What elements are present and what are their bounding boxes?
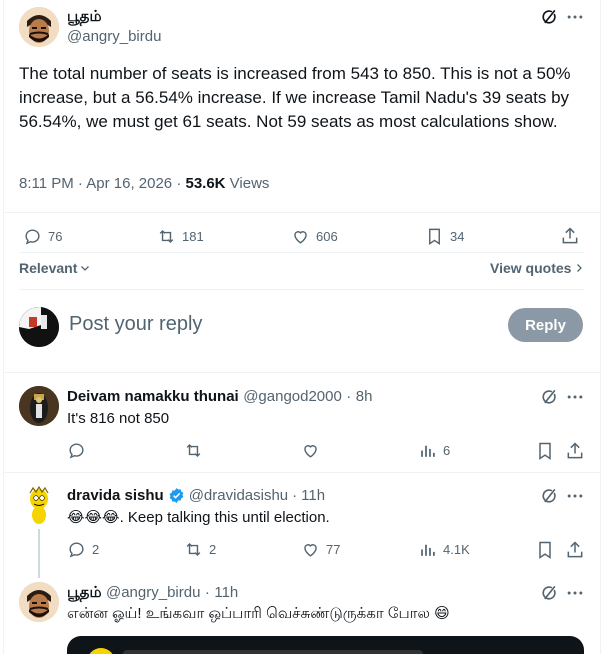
bookmark-icon[interactable] xyxy=(534,440,556,462)
divider xyxy=(19,289,584,290)
author-name[interactable]: பூதம் xyxy=(67,8,102,27)
reply-action[interactable]: 2 xyxy=(67,540,99,559)
view-quotes-link[interactable]: View quotes xyxy=(490,260,585,276)
retweet-count: 181 xyxy=(182,229,204,244)
reply-header: பூதம் @angry_birdu · 11h xyxy=(67,584,238,603)
retweet-action[interactable]: 2 xyxy=(184,540,216,559)
like-action[interactable]: 606 xyxy=(291,227,338,246)
grok-icon[interactable] xyxy=(538,582,560,604)
reply-author-name[interactable]: Deivam namakku thunai xyxy=(67,388,239,405)
divider xyxy=(19,252,584,253)
tweet-metadata: 8:11 PM · Apr 16, 2026 · 53.6K Views xyxy=(19,175,269,192)
sort-replies-dropdown[interactable]: Relevant xyxy=(19,260,91,276)
reply-time[interactable]: 8h xyxy=(356,388,373,405)
like-action[interactable]: 77 xyxy=(301,540,340,559)
separator-dot: · xyxy=(292,487,298,504)
views-chart-icon xyxy=(421,445,435,457)
more-options-icon[interactable] xyxy=(564,582,586,604)
reply-author-name[interactable]: பூதம் xyxy=(67,584,102,601)
tweet-text: The total number of seats is increased f… xyxy=(19,64,571,131)
views-label: Views xyxy=(225,175,270,192)
heart-icon xyxy=(294,231,307,244)
separator-dot: · xyxy=(204,584,210,601)
views-count: 4.1K xyxy=(443,542,470,557)
sort-label: Relevant xyxy=(19,260,78,276)
reply-author-handle[interactable]: @dravidasishu xyxy=(189,487,288,504)
views-count: 6 xyxy=(443,443,451,458)
more-options-icon[interactable] xyxy=(564,6,586,28)
quoted-avatar xyxy=(87,648,115,654)
reply-count: 2 xyxy=(92,542,100,557)
current-user-avatar[interactable] xyxy=(19,307,59,347)
reply-icon xyxy=(69,443,84,459)
chevron-down-icon xyxy=(81,266,90,271)
retweet-action[interactable]: 181 xyxy=(157,227,204,246)
reply-author-handle[interactable]: @gangod2000 xyxy=(243,388,342,405)
reply-avatar[interactable] xyxy=(19,485,59,525)
reply-text: என்ன ஓய்! உங்கவா ஒப்பாரி வெச்சுண்டுருக்க… xyxy=(67,605,450,622)
retweet-icon xyxy=(159,229,174,244)
grok-icon[interactable] xyxy=(538,485,560,507)
retweet-icon xyxy=(186,443,201,458)
heart-icon xyxy=(304,445,317,458)
chevron-right-icon xyxy=(577,264,583,272)
bookmark-count: 34 xyxy=(450,229,465,244)
views-chart-icon xyxy=(421,544,435,556)
separator-dot: · xyxy=(346,388,352,405)
reply-text: It's 816 not 850 xyxy=(67,410,170,427)
reply-avatar[interactable] xyxy=(19,386,59,426)
reply-icon xyxy=(69,542,84,558)
retweet-count: 2 xyxy=(209,542,217,557)
view-quotes-label: View quotes xyxy=(490,260,572,276)
share-icon[interactable] xyxy=(559,225,581,247)
views-action[interactable]: 4.1K xyxy=(418,540,470,559)
reply-count: 76 xyxy=(48,229,63,244)
reply-time[interactable]: 11h xyxy=(301,487,325,504)
like-action[interactable] xyxy=(301,441,326,460)
reply-button[interactable]: Reply xyxy=(508,308,583,342)
share-icon[interactable] xyxy=(564,539,586,561)
reply-icon xyxy=(25,229,40,245)
reply-text-body: . Keep talking this until election. xyxy=(119,509,330,526)
tweet-timestamp[interactable]: 8:11 PM · Apr 16, 2026 · xyxy=(19,175,185,192)
reply-text: 😂😂😂. Keep talking this until election. xyxy=(67,508,330,528)
reply-header: Deivam namakku thunai @gangod2000 · 8h xyxy=(67,388,372,406)
more-options-icon[interactable] xyxy=(564,386,586,408)
thread-connector-line xyxy=(38,529,40,578)
reply-author-name[interactable]: dravida sishu xyxy=(67,487,164,504)
verified-badge-icon xyxy=(169,488,184,503)
retweet-icon xyxy=(186,542,201,557)
views-count: 53.6K xyxy=(185,175,226,192)
like-count: 606 xyxy=(316,229,338,244)
laughing-emoji: 😂😂😂 xyxy=(67,509,120,526)
author-avatar[interactable] xyxy=(19,7,59,47)
reply-avatar[interactable] xyxy=(19,582,59,622)
reply-action[interactable] xyxy=(67,441,92,460)
divider xyxy=(3,372,601,373)
grok-icon[interactable] xyxy=(538,386,560,408)
bookmark-icon xyxy=(429,228,440,245)
bookmark-action[interactable]: 34 xyxy=(425,227,464,246)
quoted-header-placeholder xyxy=(123,650,423,654)
bookmark-icon[interactable] xyxy=(534,539,556,561)
more-options-icon[interactable] xyxy=(564,485,586,507)
heart-icon xyxy=(304,544,317,557)
share-icon[interactable] xyxy=(564,440,586,462)
reply-header: dravida sishu @dravidasishu · 11h xyxy=(67,487,325,504)
reply-input[interactable]: Post your reply xyxy=(69,313,202,336)
divider xyxy=(3,212,601,213)
divider xyxy=(3,472,601,473)
grok-icon[interactable] xyxy=(538,6,560,28)
quoted-tweet-card[interactable] xyxy=(67,636,584,654)
retweet-action[interactable] xyxy=(184,441,209,460)
reply-time[interactable]: 11h xyxy=(214,584,238,601)
author-handle[interactable]: @angry_birdu xyxy=(67,28,161,45)
reply-author-handle[interactable]: @angry_birdu xyxy=(106,584,200,601)
reply-action[interactable]: 76 xyxy=(23,227,62,246)
views-action[interactable]: 6 xyxy=(418,441,450,460)
like-count: 77 xyxy=(326,542,341,557)
